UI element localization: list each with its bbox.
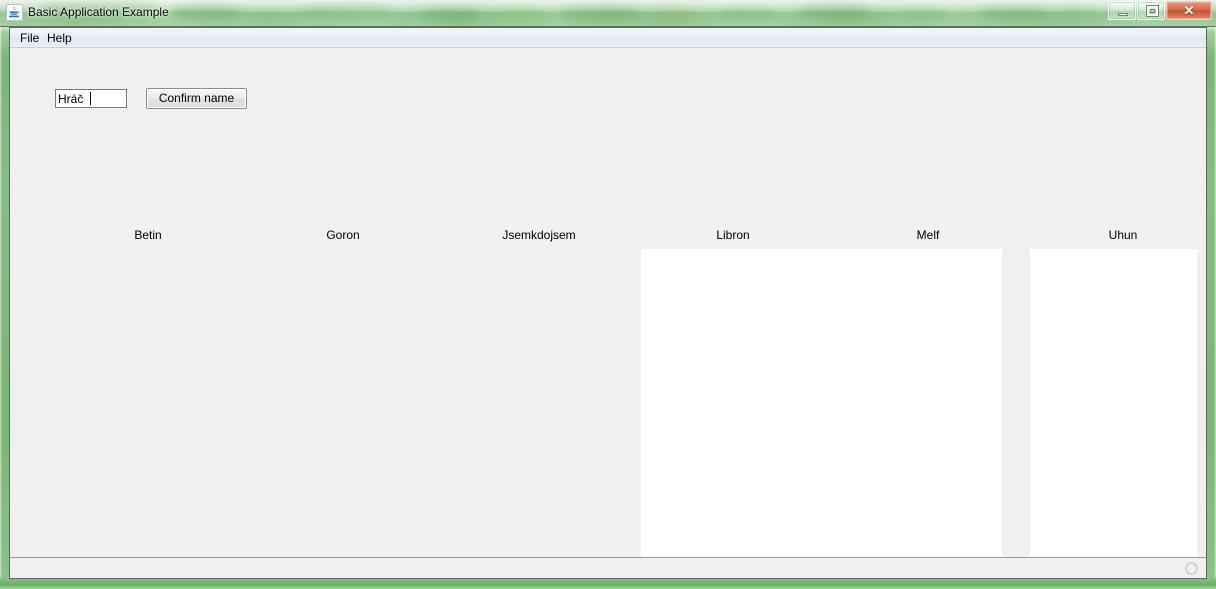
window-controls: ✕ — [1108, 1, 1212, 20]
confirm-name-button[interactable]: Confirm name — [146, 88, 247, 109]
menu-item-help[interactable]: Help — [43, 30, 76, 46]
player-label-goron: Goron — [326, 228, 360, 242]
titlebar-glass-sheen — [0, 0, 1216, 11]
application-window: Basic Application Example ✕ File Help Hr… — [0, 0, 1216, 589]
card-panel-libron[interactable] — [641, 249, 1002, 574]
minimize-button[interactable] — [1108, 1, 1136, 20]
player-label-melf: Melf — [916, 228, 940, 242]
window-border-right[interactable] — [1206, 27, 1216, 589]
player-label-jsemkdojsem: Jsemkdojsem — [502, 228, 576, 242]
card-panel-uhun[interactable] — [1030, 249, 1197, 574]
maximize-button[interactable] — [1137, 1, 1165, 20]
resize-grip-icon[interactable] — [1185, 562, 1198, 575]
close-icon: ✕ — [1183, 3, 1195, 18]
window-border-bottom[interactable] — [0, 578, 1216, 589]
player-label-libron: Libron — [716, 228, 750, 242]
maximize-icon — [1146, 5, 1159, 17]
player-name-input[interactable] — [55, 89, 127, 108]
close-button[interactable]: ✕ — [1166, 1, 1212, 20]
main-content-panel: Confirm name Betin Goron Jsemkdojsem Lib… — [10, 48, 1206, 574]
status-bar — [10, 557, 1206, 578]
client-area: File Help Confirm name Betin Goron Jsemk… — [10, 28, 1206, 578]
menu-item-file[interactable]: File — [16, 30, 43, 46]
player-label-betin: Betin — [134, 228, 162, 242]
window-title: Basic Application Example — [28, 5, 169, 19]
player-label-uhun: Uhun — [1108, 228, 1138, 242]
minimize-icon — [1118, 13, 1128, 16]
menu-bar: File Help — [10, 28, 1206, 48]
java-coffee-cup-icon — [6, 4, 23, 21]
text-caret — [90, 92, 91, 105]
title-bar[interactable]: Basic Application Example ✕ — [0, 0, 1216, 27]
